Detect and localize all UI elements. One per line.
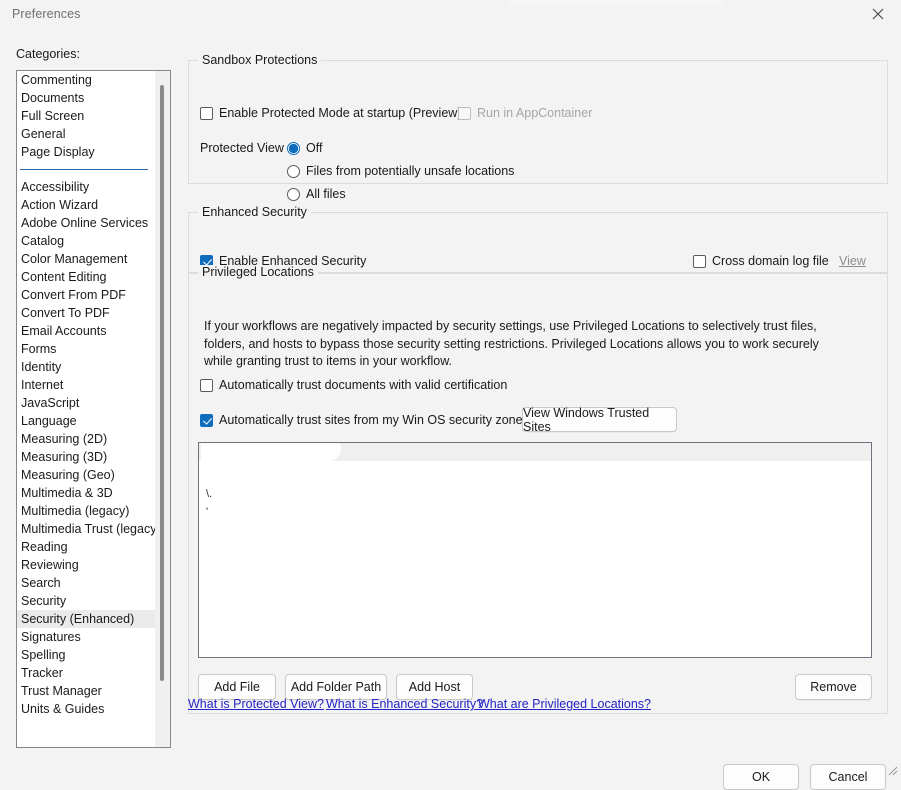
sidebar-item-color-management[interactable]: Color Management xyxy=(17,250,156,268)
sidebar-item-accessibility[interactable]: Accessibility xyxy=(17,178,156,196)
resize-grip[interactable] xyxy=(888,766,898,776)
sidebar-item-tracker[interactable]: Tracker xyxy=(17,664,156,682)
sidebar-item-page-display[interactable]: Page Display xyxy=(17,143,156,161)
protected-view-option-unsafe[interactable]: Files from potentially unsafe locations xyxy=(287,164,514,178)
enable-protected-mode-label: Enable Protected Mode at startup (Previe… xyxy=(219,106,462,120)
sidebar-item-measuring-2d[interactable]: Measuring (2D) xyxy=(17,430,156,448)
sandbox-protections-title: Sandbox Protections xyxy=(198,53,322,67)
titlebar-highlight-strip xyxy=(510,0,722,4)
privileged-locations-list-header xyxy=(199,443,871,461)
sidebar-item-action-wizard[interactable]: Action Wizard xyxy=(17,196,156,214)
sidebar-item-spelling[interactable]: Spelling xyxy=(17,646,156,664)
auto-trust-documents-label: Automatically trust documents with valid… xyxy=(219,378,508,392)
sidebar-item-commenting[interactable]: Commenting xyxy=(17,71,156,89)
run-in-appcontainer-checkbox xyxy=(458,106,471,120)
protected-view-option-all-label: All files xyxy=(306,187,346,201)
auto-trust-sites-label: Automatically trust sites from my Win OS… xyxy=(219,413,529,427)
categories-scrollbar[interactable] xyxy=(155,71,170,747)
sidebar-item-multimedia-3d[interactable]: Multimedia & 3D xyxy=(17,484,156,502)
privileged-locations-title: Privileged Locations xyxy=(198,265,318,279)
sidebar-item-units-guides[interactable]: Units & Guides xyxy=(17,700,156,718)
sidebar-item-full-screen[interactable]: Full Screen xyxy=(17,107,156,125)
sidebar-item-forms[interactable]: Forms xyxy=(17,340,156,358)
auto-trust-sites-checkbox[interactable] xyxy=(200,413,213,427)
categories-main-group: Accessibility Action Wizard Adobe Online S… xyxy=(17,178,161,718)
view-windows-trusted-sites-button[interactable]: View Windows Trusted Sites xyxy=(522,406,677,434)
ok-button[interactable]: OK xyxy=(723,764,799,790)
close-icon xyxy=(872,8,884,20)
auto-trust-documents-checkbox[interactable] xyxy=(200,378,213,392)
categories-top-group: Commenting Documents Full Screen General Pag… xyxy=(17,71,156,161)
list-item[interactable]: \. xyxy=(206,489,212,500)
run-in-appcontainer-checkbox-row: Run in AppContainer xyxy=(458,106,592,120)
sidebar-item-language[interactable]: Language xyxy=(17,412,156,430)
window-titlebar: Preferences xyxy=(0,0,901,28)
protected-view-label: Protected View xyxy=(200,141,284,155)
cross-domain-log-row[interactable]: Cross domain log file xyxy=(693,254,829,268)
sidebar-item-email-accounts[interactable]: Email Accounts xyxy=(17,322,156,340)
categories-label: Categories: xyxy=(16,47,80,61)
what-is-protected-view-link[interactable]: What is Protected View? xyxy=(188,697,324,711)
remove-button[interactable]: Remove xyxy=(795,674,872,700)
protected-view-radio-unsafe[interactable] xyxy=(287,164,300,178)
protected-view-label-text: Protected View xyxy=(200,141,284,155)
sidebar-item-signatures[interactable]: Signatures xyxy=(17,628,156,646)
privileged-locations-list-header-tab xyxy=(201,443,341,461)
categories-list-inner: Commenting Documents Full Screen General Pag… xyxy=(17,71,161,747)
protected-view-option-off[interactable]: Off xyxy=(287,141,322,155)
enable-protected-mode-checkbox[interactable] xyxy=(200,106,213,120)
categories-listbox[interactable]: Commenting Documents Full Screen General Pag… xyxy=(16,70,171,748)
preferences-dialog-body: Categories: Commenting Documents Full Scre… xyxy=(0,28,901,790)
sidebar-item-convert-to-pdf[interactable]: Convert To PDF xyxy=(17,304,156,322)
protected-view-radio-all[interactable] xyxy=(287,187,300,201)
cross-domain-log-label: Cross domain log file xyxy=(712,254,829,268)
enhanced-security-title: Enhanced Security xyxy=(198,205,311,219)
cancel-button[interactable]: Cancel xyxy=(810,764,886,790)
sidebar-item-reviewing[interactable]: Reviewing xyxy=(17,556,156,574)
auto-trust-sites-row[interactable]: Automatically trust sites from my Win OS… xyxy=(200,413,529,427)
enable-protected-mode-checkbox-row[interactable]: Enable Protected Mode at startup (Previe… xyxy=(200,106,461,120)
sidebar-item-javascript[interactable]: JavaScript xyxy=(17,394,156,412)
protected-view-option-unsafe-label: Files from potentially unsafe locations xyxy=(306,164,515,178)
sidebar-item-catalog[interactable]: Catalog xyxy=(17,232,156,250)
protected-view-option-all[interactable]: All files xyxy=(287,187,346,201)
sidebar-item-measuring-3d[interactable]: Measuring (3D) xyxy=(17,448,156,466)
categories-divider xyxy=(20,169,148,170)
sidebar-item-measuring-geo[interactable]: Measuring (Geo) xyxy=(17,466,156,484)
list-item[interactable]: ' xyxy=(206,507,208,518)
sidebar-item-security[interactable]: Security xyxy=(17,592,156,610)
sidebar-item-multimedia-trust-legacy[interactable]: Multimedia Trust (legacy) xyxy=(17,520,161,538)
protected-view-option-off-label: Off xyxy=(306,141,323,155)
sidebar-item-convert-from-pdf[interactable]: Convert From PDF xyxy=(17,286,156,304)
sidebar-item-general[interactable]: General xyxy=(17,125,156,143)
run-in-appcontainer-label: Run in AppContainer xyxy=(477,106,593,120)
privileged-locations-description: If your workflows are negatively impacte… xyxy=(204,319,819,368)
window-title: Preferences xyxy=(12,7,81,21)
sidebar-item-internet[interactable]: Internet xyxy=(17,376,156,394)
what-are-privileged-locations-link[interactable]: What are Privileged Locations? xyxy=(478,697,651,711)
auto-trust-documents-row[interactable]: Automatically trust documents with valid… xyxy=(200,378,507,392)
categories-scrollbar-thumb[interactable] xyxy=(160,85,164,681)
sidebar-item-security-enhanced[interactable]: Security (Enhanced) xyxy=(17,610,156,628)
privileged-locations-listbox[interactable]: \. ' xyxy=(198,442,872,658)
sidebar-item-adobe-online-services[interactable]: Adobe Online Services xyxy=(17,214,156,232)
sidebar-item-multimedia-legacy[interactable]: Multimedia (legacy) xyxy=(17,502,156,520)
close-button[interactable] xyxy=(855,0,901,28)
sidebar-item-search[interactable]: Search xyxy=(17,574,156,592)
sidebar-item-content-editing[interactable]: Content Editing xyxy=(17,268,156,286)
view-log-link[interactable]: View xyxy=(839,254,866,268)
sidebar-item-reading[interactable]: Reading xyxy=(17,538,156,556)
sidebar-item-trust-manager[interactable]: Trust Manager xyxy=(17,682,156,700)
cross-domain-log-checkbox[interactable] xyxy=(693,254,706,268)
protected-view-radio-off[interactable] xyxy=(287,141,300,155)
sidebar-item-identity[interactable]: Identity xyxy=(17,358,156,376)
what-is-enhanced-security-link[interactable]: What is Enhanced Security? xyxy=(326,697,483,711)
sidebar-item-documents[interactable]: Documents xyxy=(17,89,156,107)
